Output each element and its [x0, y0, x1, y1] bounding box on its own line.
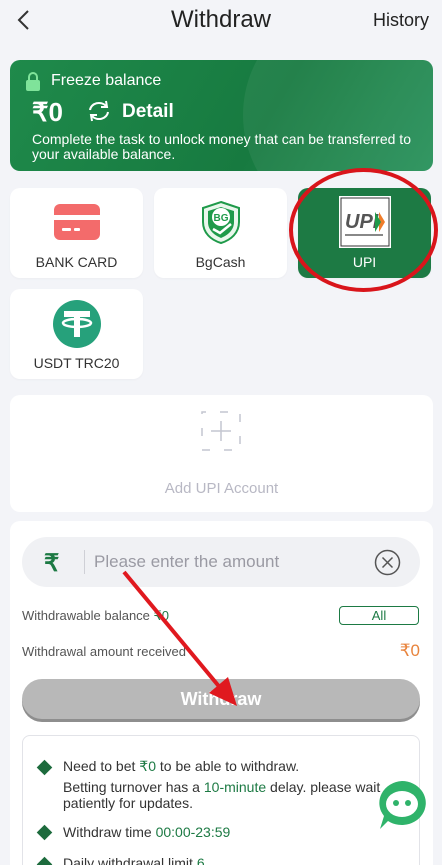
refresh-icon[interactable] — [86, 100, 112, 122]
all-button[interactable]: All — [339, 606, 419, 625]
freeze-description: Complete the task to unlock money that c… — [32, 131, 411, 162]
freeze-balance-card: Freeze balance ₹0 Detail Complete the ta… — [10, 60, 433, 171]
withdraw-card: ₹ Withdrawable balance ₹0 All Withdrawal… — [10, 521, 433, 865]
usdt-icon — [52, 300, 101, 348]
method-label: BgCash — [195, 254, 246, 270]
rule-bet-value: ₹0 — [139, 758, 156, 774]
withdraw-button[interactable]: Withdraw — [22, 679, 420, 719]
add-account-label: Add UPI Account — [164, 480, 279, 497]
amount-field[interactable]: ₹ — [22, 537, 420, 587]
method-label: BANK CARD — [35, 254, 118, 270]
rule-turnover: Betting turnover has a 10-minute delay. … — [63, 779, 398, 811]
bgcash-logo-icon: BG — [201, 200, 240, 244]
rule-turnover-value: 10-minute — [203, 779, 267, 795]
bank-card-icon — [53, 204, 100, 240]
history-link[interactable]: History — [373, 10, 429, 31]
detail-link[interactable]: Detail — [122, 101, 174, 123]
clear-icon[interactable] — [374, 549, 401, 576]
rule-time-value: 00:00-23:59 — [155, 824, 231, 840]
rule-bet-prefix: Need to bet — [63, 758, 140, 774]
withdraw-rules: Need to bet ₹0 to be able to withdraw. B… — [22, 735, 420, 865]
add-icon — [201, 411, 241, 451]
withdrawable-balance-value: ₹0 — [153, 608, 170, 623]
lock-icon — [26, 72, 40, 91]
chat-support-icon[interactable] — [376, 779, 428, 831]
rule-bet: Need to bet ₹0 to be able to withdraw. — [63, 758, 413, 774]
svg-text:BG: BG — [213, 213, 228, 224]
amount-input[interactable] — [94, 549, 364, 575]
rule-turnover-prefix: Betting turnover has a — [63, 779, 204, 795]
received-value: ₹0 — [399, 641, 420, 660]
withdrawable-balance: Withdrawable balance ₹0 — [22, 608, 169, 624]
header: Withdraw History — [0, 0, 442, 42]
rule-limit-value: 6 — [196, 855, 205, 865]
bullet-icon — [36, 824, 53, 841]
rule-time-prefix: Withdraw time — [63, 824, 156, 840]
highlight-circle — [289, 168, 438, 292]
rule-bet-suffix: to be able to withdraw. — [155, 758, 300, 774]
freeze-balance-amount: ₹0 — [32, 97, 64, 127]
withdrawable-balance-label: Withdrawable balance — [22, 608, 154, 623]
method-bgcash[interactable]: BG BgCash — [154, 188, 287, 278]
freeze-balance-label: Freeze balance — [51, 72, 162, 89]
divider — [84, 550, 85, 574]
rule-limit: Daily withdrawal limit 6 — [63, 855, 403, 865]
rule-limit-prefix: Daily withdrawal limit — [63, 855, 197, 865]
method-usdt-trc20[interactable]: USDT TRC20 — [10, 289, 143, 379]
received-label: Withdrawal amount received — [22, 644, 187, 659]
add-upi-account-card[interactable]: Add UPI Account — [10, 395, 433, 512]
bullet-icon — [36, 759, 53, 776]
bullet-icon — [36, 856, 53, 865]
rupee-icon: ₹ — [44, 550, 60, 577]
method-label: USDT TRC20 — [33, 355, 120, 371]
rule-time: Withdraw time 00:00-23:59 — [63, 824, 403, 840]
method-bank-card[interactable]: BANK CARD — [10, 188, 143, 278]
